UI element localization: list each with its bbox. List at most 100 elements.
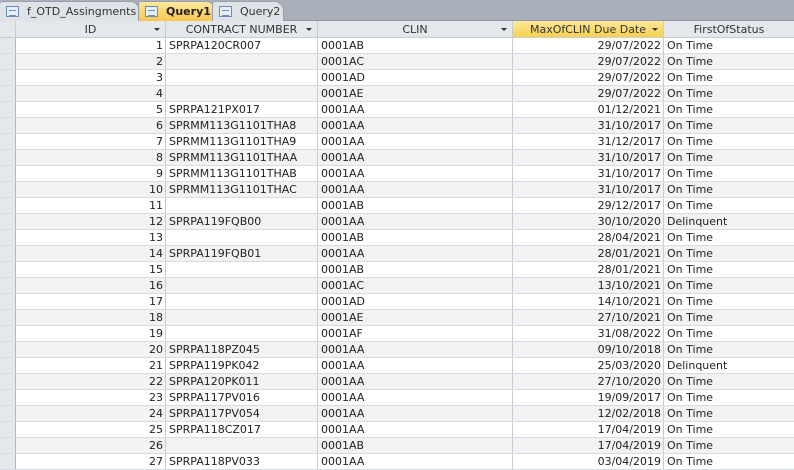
cell-status[interactable]: On Time bbox=[664, 294, 794, 309]
cell-contract-number[interactable]: SPRMM113G1101THA9 bbox=[166, 134, 318, 149]
cell-due-date[interactable]: 31/10/2017 bbox=[513, 118, 664, 133]
cell-contract-number[interactable] bbox=[166, 198, 318, 213]
row-selector[interactable] bbox=[0, 230, 16, 245]
cell-contract-number[interactable]: SPRPA121PX017 bbox=[166, 102, 318, 117]
cell-clin[interactable]: 0001AC bbox=[318, 278, 513, 293]
cell-id[interactable]: 4 bbox=[16, 86, 166, 101]
cell-id[interactable]: 8 bbox=[16, 150, 166, 165]
cell-id[interactable]: 27 bbox=[16, 454, 166, 469]
cell-id[interactable]: 10 bbox=[16, 182, 166, 197]
cell-due-date[interactable]: 27/10/2020 bbox=[513, 374, 664, 389]
cell-clin[interactable]: 0001AA bbox=[318, 422, 513, 437]
row-selector[interactable] bbox=[0, 454, 16, 469]
cell-status[interactable]: On Time bbox=[664, 262, 794, 277]
cell-clin[interactable]: 0001AA bbox=[318, 102, 513, 117]
cell-status[interactable]: On Time bbox=[664, 422, 794, 437]
tab-query1[interactable]: Query1 bbox=[138, 1, 216, 21]
cell-status[interactable]: On Time bbox=[664, 150, 794, 165]
cell-due-date[interactable]: 29/07/2022 bbox=[513, 54, 664, 69]
cell-due-date[interactable]: 29/07/2022 bbox=[513, 70, 664, 85]
cell-clin[interactable]: 0001AB bbox=[318, 38, 513, 53]
cell-due-date[interactable]: 31/10/2017 bbox=[513, 182, 664, 197]
cell-clin[interactable]: 0001AE bbox=[318, 310, 513, 325]
cell-due-date[interactable]: 30/10/2020 bbox=[513, 214, 664, 229]
row-selector[interactable] bbox=[0, 54, 16, 69]
cell-status[interactable]: On Time bbox=[664, 54, 794, 69]
cell-contract-number[interactable] bbox=[166, 438, 318, 453]
cell-due-date[interactable]: 17/04/2019 bbox=[513, 438, 664, 453]
cell-contract-number[interactable]: SPRPA119FQB00 bbox=[166, 214, 318, 229]
cell-contract-number[interactable] bbox=[166, 326, 318, 341]
column-header-contract-number[interactable]: CONTRACT NUMBER bbox=[166, 21, 318, 37]
cell-clin[interactable]: 0001AA bbox=[318, 374, 513, 389]
cell-id[interactable]: 25 bbox=[16, 422, 166, 437]
row-selector[interactable] bbox=[0, 118, 16, 133]
cell-due-date[interactable]: 28/01/2021 bbox=[513, 246, 664, 261]
cell-contract-number[interactable] bbox=[166, 294, 318, 309]
cell-clin[interactable]: 0001AA bbox=[318, 358, 513, 373]
cell-id[interactable]: 1 bbox=[16, 38, 166, 53]
cell-clin[interactable]: 0001AB bbox=[318, 262, 513, 277]
cell-contract-number[interactable]: SPRMM113G1101THAA bbox=[166, 150, 318, 165]
cell-contract-number[interactable]: SPRPA120CR007 bbox=[166, 38, 318, 53]
cell-clin[interactable]: 0001AA bbox=[318, 166, 513, 181]
cell-contract-number[interactable]: SPRPA118CZ017 bbox=[166, 422, 318, 437]
cell-contract-number[interactable]: SPRPA118PV033 bbox=[166, 454, 318, 469]
chevron-down-icon[interactable] bbox=[501, 28, 507, 31]
cell-id[interactable]: 3 bbox=[16, 70, 166, 85]
cell-clin[interactable]: 0001AA bbox=[318, 118, 513, 133]
cell-status[interactable]: On Time bbox=[664, 278, 794, 293]
column-header-status[interactable]: FirstOfStatus bbox=[664, 21, 794, 37]
cell-id[interactable]: 7 bbox=[16, 134, 166, 149]
cell-status[interactable]: On Time bbox=[664, 438, 794, 453]
cell-status[interactable]: On Time bbox=[664, 102, 794, 117]
cell-id[interactable]: 6 bbox=[16, 118, 166, 133]
cell-due-date[interactable]: 13/10/2021 bbox=[513, 278, 664, 293]
cell-clin[interactable]: 0001AB bbox=[318, 230, 513, 245]
row-selector[interactable] bbox=[0, 198, 16, 213]
column-header-clin[interactable]: CLIN bbox=[318, 21, 513, 37]
cell-contract-number[interactable]: SPRMM113G1101THAC bbox=[166, 182, 318, 197]
cell-status[interactable]: On Time bbox=[664, 342, 794, 357]
row-selector[interactable] bbox=[0, 310, 16, 325]
cell-id[interactable]: 17 bbox=[16, 294, 166, 309]
row-selector[interactable] bbox=[0, 406, 16, 421]
cell-contract-number[interactable] bbox=[166, 70, 318, 85]
cell-contract-number[interactable]: SPRPA120PK011 bbox=[166, 374, 318, 389]
row-selector[interactable] bbox=[0, 246, 16, 261]
cell-contract-number[interactable]: SPRMM113G1101THA8 bbox=[166, 118, 318, 133]
cell-due-date[interactable]: 01/12/2021 bbox=[513, 102, 664, 117]
row-selector[interactable] bbox=[0, 134, 16, 149]
cell-due-date[interactable]: 31/12/2017 bbox=[513, 134, 664, 149]
cell-id[interactable]: 14 bbox=[16, 246, 166, 261]
cell-due-date[interactable]: 29/07/2022 bbox=[513, 86, 664, 101]
cell-contract-number[interactable] bbox=[166, 86, 318, 101]
cell-clin[interactable]: 0001AA bbox=[318, 342, 513, 357]
cell-contract-number[interactable] bbox=[166, 310, 318, 325]
cell-id[interactable]: 18 bbox=[16, 310, 166, 325]
cell-status[interactable]: On Time bbox=[664, 166, 794, 181]
cell-status[interactable]: On Time bbox=[664, 310, 794, 325]
cell-contract-number[interactable]: SPRPA119FQB01 bbox=[166, 246, 318, 261]
row-selector[interactable] bbox=[0, 214, 16, 229]
cell-contract-number[interactable]: SPRPA117PV054 bbox=[166, 406, 318, 421]
cell-id[interactable]: 19 bbox=[16, 326, 166, 341]
cell-id[interactable]: 23 bbox=[16, 390, 166, 405]
select-all-button[interactable] bbox=[0, 21, 16, 37]
tab-f-otd-assingments[interactable]: f_OTD_Assingments bbox=[0, 1, 140, 21]
cell-status[interactable]: On Time bbox=[664, 118, 794, 133]
row-selector[interactable] bbox=[0, 278, 16, 293]
cell-id[interactable]: 2 bbox=[16, 54, 166, 69]
cell-id[interactable]: 26 bbox=[16, 438, 166, 453]
row-selector[interactable] bbox=[0, 374, 16, 389]
cell-id[interactable]: 21 bbox=[16, 358, 166, 373]
cell-contract-number[interactable] bbox=[166, 54, 318, 69]
chevron-down-icon[interactable] bbox=[652, 28, 658, 31]
cell-due-date[interactable]: 29/07/2022 bbox=[513, 38, 664, 53]
cell-id[interactable]: 13 bbox=[16, 230, 166, 245]
cell-contract-number[interactable] bbox=[166, 278, 318, 293]
cell-clin[interactable]: 0001AA bbox=[318, 246, 513, 261]
row-selector[interactable] bbox=[0, 102, 16, 117]
cell-id[interactable]: 12 bbox=[16, 214, 166, 229]
row-selector[interactable] bbox=[0, 438, 16, 453]
